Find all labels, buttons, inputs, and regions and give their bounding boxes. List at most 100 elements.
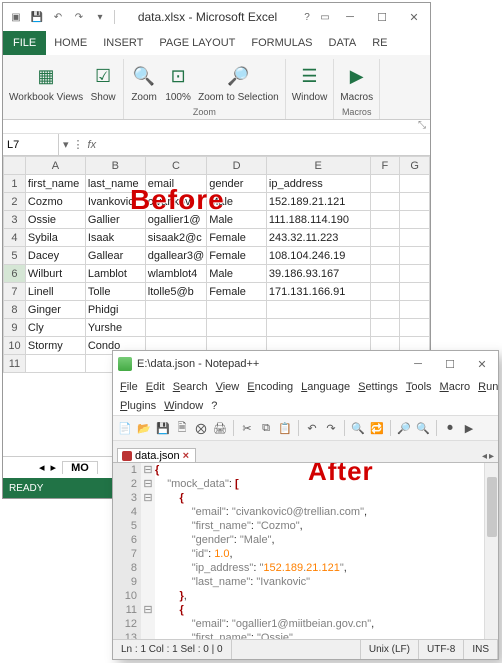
find-icon[interactable]: 🔍 [350, 420, 366, 436]
menu-edit[interactable]: Edit [143, 381, 168, 393]
menu-encoding[interactable]: Encoding [244, 381, 296, 393]
tab-insert[interactable]: INSERT [95, 31, 151, 55]
menu-language[interactable]: Language [298, 381, 353, 393]
cut-icon[interactable]: ✂ [239, 420, 255, 436]
save-icon[interactable]: 💾 [28, 8, 46, 26]
new-file-icon[interactable]: 📄 [117, 420, 133, 436]
doc-modified-icon [122, 451, 132, 461]
window-button[interactable]: ☰Window [290, 61, 330, 105]
tab-file[interactable]: FILE [3, 31, 46, 55]
window-icon: ☰ [296, 63, 324, 91]
ribbon-collapse-icon[interactable]: ▭ [316, 8, 334, 26]
col-C[interactable]: C [145, 157, 206, 175]
zoom-selection-button[interactable]: 🔎Zoom to Selection [196, 61, 281, 105]
quick-access-toolbar: ▣ 💾 ↶ ↷ ▾ [3, 8, 117, 26]
status-ready: READY [9, 483, 43, 494]
macros-button[interactable]: ▶Macros [338, 61, 375, 105]
group-macros-label: Macros [342, 105, 372, 119]
tab-review[interactable]: RE [364, 31, 395, 55]
document-tabs: data.json × ◂ ▸ [113, 441, 498, 463]
menu-tools[interactable]: Tools [403, 381, 435, 393]
copy-icon[interactable]: ⧉ [258, 420, 274, 436]
menu-help[interactable]: ? [208, 400, 220, 412]
show-button[interactable]: ☑Show [87, 61, 119, 105]
close-button[interactable]: ✕ [398, 6, 430, 28]
fold-column[interactable]: ⊟⊟⊟ ⊟ [141, 463, 155, 639]
zoom-100-button[interactable]: ⊡100% [162, 61, 194, 105]
undo-icon[interactable]: ↶ [49, 8, 67, 26]
sheet-nav-prev-icon[interactable]: ◂ [39, 461, 45, 474]
status-encoding: UTF-8 [419, 640, 464, 659]
select-all-corner[interactable] [4, 157, 26, 175]
maximize-button[interactable]: ☐ [434, 353, 466, 375]
record-macro-icon[interactable]: ⏺ [442, 420, 458, 436]
redo-icon[interactable]: ↷ [70, 8, 88, 26]
close-file-icon[interactable]: ⨂ [193, 420, 209, 436]
menu-view[interactable]: View [213, 381, 243, 393]
paste-icon[interactable]: 📋 [277, 420, 293, 436]
print-icon[interactable]: 🖨 [212, 420, 228, 436]
menu-window[interactable]: Window [161, 400, 206, 412]
close-button[interactable]: ✕ [466, 353, 498, 375]
workbook-views-button[interactable]: ▦Workbook Views [7, 61, 85, 105]
menu-settings[interactable]: Settings [355, 381, 401, 393]
ribbon-pin-icon[interactable]: ⤡ [418, 120, 426, 133]
menu-run[interactable]: Run [475, 381, 501, 393]
fx-icon[interactable]: fx [88, 139, 97, 151]
close-tab-icon[interactable]: × [183, 450, 189, 462]
column-header-row[interactable]: A B C D E F G [4, 157, 430, 175]
zoom-out-icon[interactable]: 🔍 [415, 420, 431, 436]
qat-customize-icon[interactable]: ▾ [91, 8, 109, 26]
notepadpp-icon [118, 357, 132, 371]
notepadpp-window: E:\data.json - Notepad++ ─ ☐ ✕ File Edit… [112, 350, 499, 660]
code-content[interactable]: { "mock_data": [ { "email": "civankovic0… [155, 463, 498, 639]
vertical-scrollbar[interactable] [484, 463, 498, 639]
menu-search[interactable]: Search [170, 381, 211, 393]
sheet-tab[interactable]: MO [62, 461, 98, 474]
namebox-dropdown-icon[interactable]: ▾ [63, 138, 69, 151]
npp-menubar: File Edit Search View Encoding Language … [113, 377, 498, 397]
table-row: 4SybilaIsaaksisaak2@cFemale243.32.11.223 [4, 229, 430, 247]
tab-prev-icon[interactable]: ◂ [482, 451, 487, 462]
minimize-button[interactable]: ─ [402, 353, 434, 375]
redo-icon[interactable]: ↷ [323, 420, 339, 436]
zoom-button[interactable]: 🔍Zoom [128, 61, 160, 105]
status-position: Ln : 1 Col : 1 Sel : 0 | 0 [113, 640, 232, 659]
tab-data[interactable]: DATA [321, 31, 365, 55]
doc-tab[interactable]: data.json × [117, 448, 196, 462]
col-F[interactable]: F [370, 157, 400, 175]
table-row: 9ClyYurshe [4, 319, 430, 337]
tab-page-layout[interactable]: PAGE LAYOUT [151, 31, 243, 55]
npp-window-title: E:\data.json - Notepad++ [137, 358, 402, 370]
col-A[interactable]: A [25, 157, 85, 175]
open-file-icon[interactable]: 📂 [136, 420, 152, 436]
sheet-nav-next-icon[interactable]: ▸ [51, 461, 57, 474]
undo-icon[interactable]: ↶ [304, 420, 320, 436]
table-row: 3OssieGallierogallier1@Male111.188.114.1… [4, 211, 430, 229]
tab-formulas[interactable]: FORMULAS [243, 31, 320, 55]
menu-plugins[interactable]: Plugins [117, 400, 159, 412]
tab-home[interactable]: HOME [46, 31, 95, 55]
code-editor[interactable]: After 123456789101112131415161718 ⊟⊟⊟ ⊟ … [113, 463, 498, 639]
excel-icon: ▣ [7, 8, 25, 26]
save-all-icon[interactable]: 🗎 [174, 420, 190, 436]
tab-next-icon[interactable]: ▸ [489, 451, 494, 462]
help-icon[interactable]: ? [298, 8, 316, 26]
minimize-button[interactable]: ─ [334, 6, 366, 28]
col-D[interactable]: D [207, 157, 267, 175]
menu-macro[interactable]: Macro [437, 381, 474, 393]
col-E[interactable]: E [266, 157, 370, 175]
maximize-button[interactable]: ☐ [366, 6, 398, 28]
zoom-in-icon[interactable]: 🔎 [396, 420, 412, 436]
replace-icon[interactable]: 🔁 [369, 420, 385, 436]
menu-file[interactable]: File [117, 381, 141, 393]
play-macro-icon[interactable]: ▶ [461, 420, 477, 436]
col-G[interactable]: G [400, 157, 430, 175]
save-icon[interactable]: 💾 [155, 420, 171, 436]
table-row: 7LinellTolleltolle5@bFemale171.131.166.9… [4, 283, 430, 301]
npp-statusbar: Ln : 1 Col : 1 Sel : 0 | 0 Unix (LF) UTF… [113, 639, 498, 659]
scrollbar-thumb[interactable] [487, 477, 497, 537]
zoom-100-icon: ⊡ [164, 63, 192, 91]
name-box[interactable]: L7 [3, 134, 59, 155]
col-B[interactable]: B [85, 157, 145, 175]
